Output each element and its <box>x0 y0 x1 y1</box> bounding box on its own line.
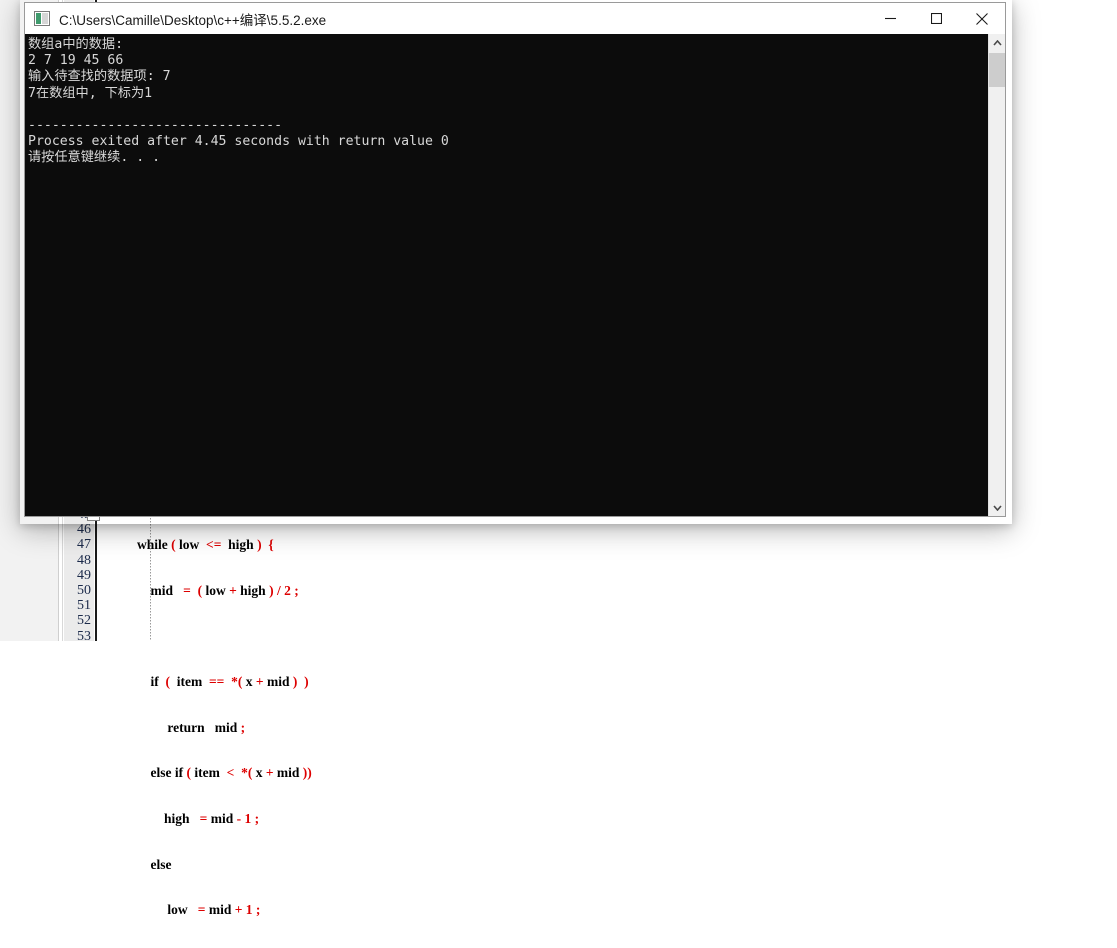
code-line: return mid ; <box>110 720 312 735</box>
console-line: -------------------------------- <box>28 118 449 134</box>
close-icon <box>976 13 988 25</box>
window-title-bar[interactable]: C:\Users\Camille\Desktop\c++编译\5.5.2.exe <box>25 3 1005 34</box>
line-number: 52 <box>64 613 94 628</box>
line-number: 53 <box>64 629 94 644</box>
code-line: high = mid - 1 ; <box>110 811 312 826</box>
minimize-button[interactable] <box>867 3 913 34</box>
minimize-icon <box>885 13 896 24</box>
scrollbar-thumb[interactable] <box>989 53 1005 87</box>
chevron-up-icon <box>993 40 1002 46</box>
line-number: 50 <box>64 583 94 598</box>
line-number: 47 <box>64 537 94 552</box>
line-number: 49 <box>64 568 94 583</box>
line-number-column: 45 46 47 48 49 50 51 52 53 <box>64 507 94 644</box>
console-line: 输入待查找的数据项: 7 <box>28 69 449 85</box>
console-line: 7在数组中, 下标为1 <box>28 86 449 102</box>
window-title: C:\Users\Camille\Desktop\c++编译\5.5.2.exe <box>59 9 867 29</box>
console-scrollbar[interactable] <box>988 34 1005 516</box>
console-text: 数组a中的数据:2 7 19 45 66输入待查找的数据项: 77在数组中, 下… <box>28 37 449 167</box>
console-output-area[interactable]: 数组a中的数据:2 7 19 45 66输入待查找的数据项: 77在数组中, 下… <box>25 34 1005 516</box>
line-number: 46 <box>64 522 94 537</box>
code-line: low = mid + 1 ; <box>110 902 312 917</box>
scroll-up-button[interactable] <box>989 34 1005 51</box>
code-line <box>110 629 312 644</box>
maximize-button[interactable] <box>913 3 959 34</box>
console-line: 2 7 19 45 66 <box>28 53 449 69</box>
console-line <box>28 102 449 118</box>
console-line: 数组a中的数据: <box>28 37 449 53</box>
scroll-down-button[interactable] <box>989 499 1005 516</box>
line-number: 51 <box>64 598 94 613</box>
close-button[interactable] <box>959 3 1005 34</box>
code-line: else if ( item < *( x + mid )) <box>110 765 312 780</box>
maximize-icon <box>931 13 942 24</box>
code-line: mid = ( low + high ) / 2 ; <box>110 583 312 598</box>
console-line: Process exited after 4.45 seconds with r… <box>28 134 449 150</box>
line-number: 48 <box>64 553 94 568</box>
console-line: 请按任意键继续. . . <box>28 150 449 166</box>
code-line: else <box>110 857 312 872</box>
code-text[interactable]: while ( low <= high ) { mid = ( low + hi… <box>110 507 312 948</box>
code-line: if ( item == *( x + mid ) ) <box>110 674 312 689</box>
code-line: while ( low <= high ) { <box>110 537 312 552</box>
console-app-icon <box>34 11 50 26</box>
console-window[interactable]: C:\Users\Camille\Desktop\c++编译\5.5.2.exe… <box>24 2 1006 517</box>
chevron-down-icon <box>993 505 1002 511</box>
